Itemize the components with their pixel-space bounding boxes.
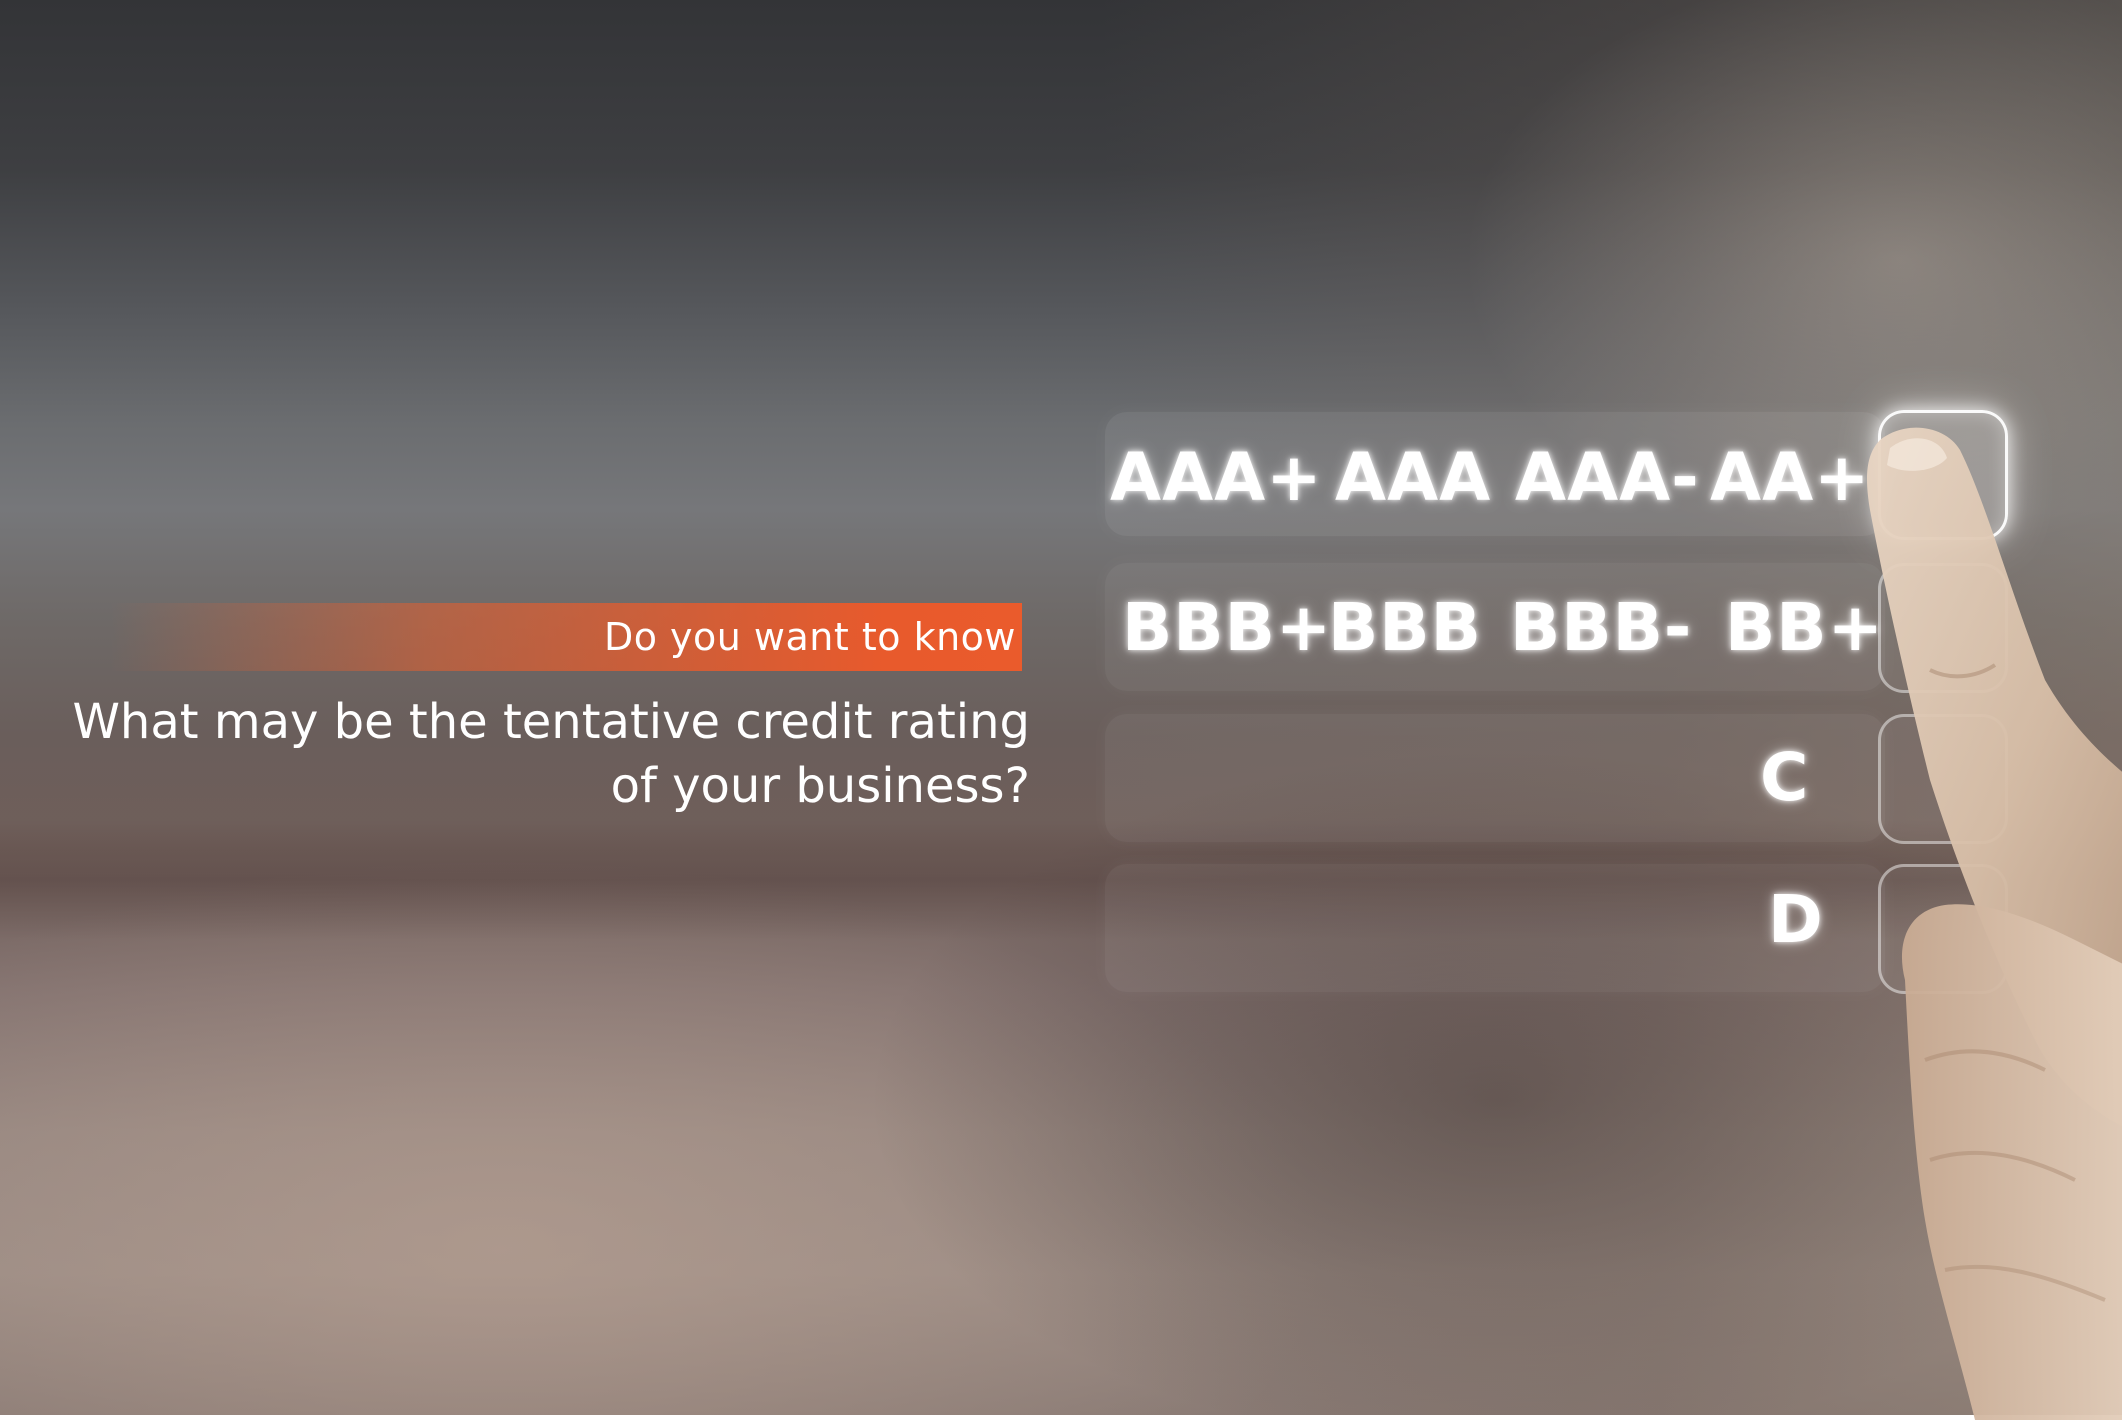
pointing-hand-icon [1867,427,2122,1420]
rating-label: AAA [1335,439,1492,516]
rating-label: C [1760,739,1810,816]
rating-label: BBB [1328,589,1482,666]
question-text: What may be the tentative credit rating … [60,690,1030,818]
question-line-1: What may be the tentative credit rating [72,694,1030,750]
rating-label: D [1768,881,1824,958]
rating-label: BBB- [1510,589,1693,666]
rating-label: AAA+ [1110,439,1323,516]
banner-text: Do you want to know [603,615,1016,659]
question-line-2: of your business? [610,758,1030,814]
headline-banner: Do you want to know [110,603,1022,671]
rating-label: BBB+ [1122,589,1333,666]
rating-label: AAA- [1515,439,1700,516]
